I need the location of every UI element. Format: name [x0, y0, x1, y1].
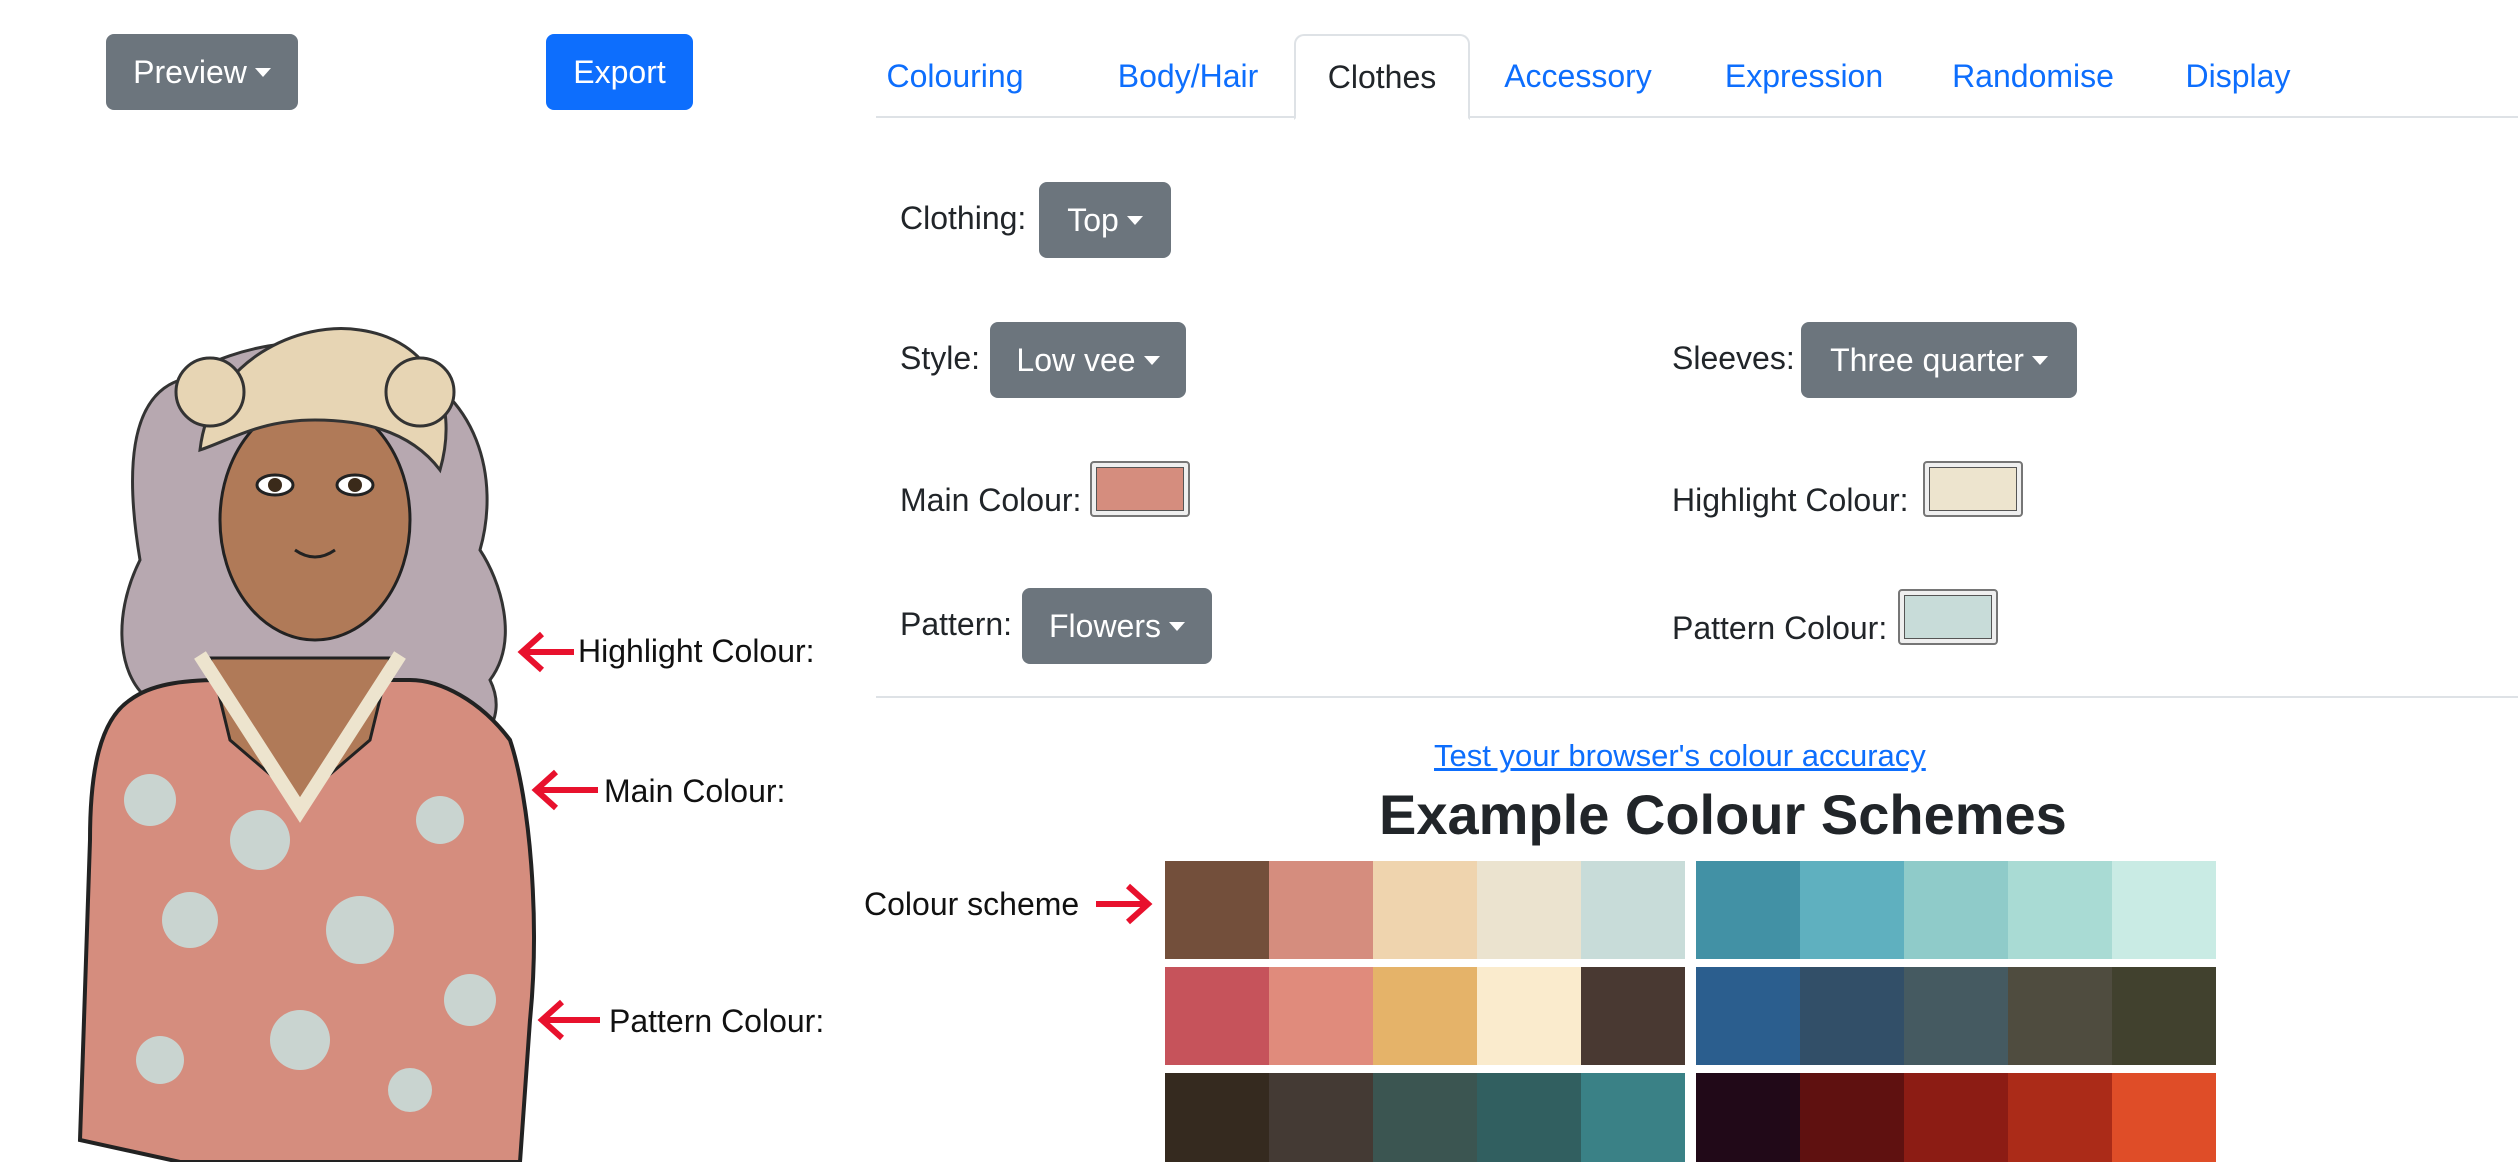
colour-swatch	[1269, 1073, 1373, 1162]
colour-swatch	[1581, 1073, 1685, 1162]
style-label: Style:	[900, 340, 981, 376]
colour-swatch	[1800, 1073, 1904, 1162]
colour-swatch	[1800, 967, 1904, 1065]
tab-label: Accessory	[1504, 57, 1652, 94]
highlight-colour-label: Highlight Colour:	[1672, 482, 1909, 518]
tab-label: Body/Hair	[1117, 57, 1259, 94]
character-preview	[77, 327, 536, 1162]
colour-swatch	[1904, 861, 2008, 959]
colour-swatch	[2112, 1073, 2216, 1162]
main-colour-label: Main Colour:	[900, 482, 1082, 518]
colour-swatch	[2008, 861, 2112, 959]
highlight-colour-picker[interactable]	[1923, 461, 2023, 517]
colour-swatch	[1904, 967, 2008, 1065]
pattern-arrow-icon	[537, 999, 600, 1041]
colour-swatch	[1165, 967, 1269, 1065]
colour-swatch	[1165, 1073, 1269, 1162]
hair-bun-right	[384, 356, 456, 428]
style-value: Low vee	[1016, 341, 1136, 378]
colour-swatch	[1696, 967, 1800, 1065]
colour-swatch	[1373, 861, 1477, 959]
chevron-down-icon	[254, 67, 271, 77]
colour-swatch	[1269, 967, 1373, 1065]
clothing-label: Clothing:	[900, 200, 1027, 236]
colour-swatch	[1696, 861, 1800, 959]
colour-swatch	[1477, 1073, 1581, 1162]
pattern-colour-picker[interactable]	[1898, 589, 1998, 645]
hair-bun-left	[174, 356, 246, 428]
colour-schemes-heading: Example Colour Schemes	[1379, 783, 2067, 846]
preview-dropdown-button[interactable]: Preview	[106, 34, 298, 110]
tab-clothes[interactable]: Clothes	[1294, 34, 1470, 120]
colour-swatch	[1165, 861, 1269, 959]
colour-accuracy-link[interactable]: Test your browser's colour accuracy	[1434, 738, 1926, 774]
main-colour-picker[interactable]	[1090, 461, 1190, 517]
tab-label: Randomise	[1952, 57, 2114, 94]
chevron-down-icon	[1169, 621, 1185, 631]
highlight-colour-fill	[1929, 467, 2017, 511]
clothing-dropdown[interactable]: Top	[1039, 182, 1171, 258]
colour-swatch	[1269, 861, 1373, 959]
left-pupil	[268, 478, 282, 492]
colour-swatch	[1581, 861, 1685, 959]
pattern-colour-label: Pattern Colour:	[1672, 610, 1888, 646]
colour-swatch	[2008, 1073, 2112, 1162]
colour-swatch	[2112, 967, 2216, 1065]
face	[218, 398, 412, 642]
colour-swatch	[1477, 967, 1581, 1065]
colour-swatch	[1696, 1073, 1800, 1162]
highlight-colour-annotation: Highlight Colour:	[578, 633, 815, 669]
colour-scheme-palette[interactable]	[1696, 1073, 2216, 1162]
pattern-colour-annotation: Pattern Colour:	[609, 1003, 825, 1039]
tab-accessory[interactable]: Accessory	[1500, 34, 1656, 118]
pattern-dropdown[interactable]: Flowers	[1022, 588, 1212, 664]
export-button[interactable]: Export	[546, 34, 693, 110]
colour-swatch	[1477, 861, 1581, 959]
colour-scheme-palette[interactable]	[1696, 861, 2216, 959]
colour-swatch	[2112, 861, 2216, 959]
chevron-down-icon	[2031, 355, 2048, 365]
tab-bar: Colouring Body/Hair Clothes Accessory Ex…	[876, 34, 2518, 120]
sleeves-value: Three quarter	[1830, 341, 2024, 378]
tab-display[interactable]: Display	[2176, 34, 2300, 118]
colour-swatch	[1373, 1073, 1477, 1162]
tab-label: Display	[2185, 57, 2291, 94]
tab-colouring[interactable]: Colouring	[884, 34, 1026, 118]
chevron-down-icon	[1126, 215, 1143, 225]
pattern-value: Flowers	[1048, 607, 1161, 644]
tab-body-hair[interactable]: Body/Hair	[1108, 34, 1268, 118]
right-pupil	[348, 478, 362, 492]
pattern-label: Pattern:	[900, 606, 1013, 642]
preview-label: Preview	[133, 53, 247, 90]
tab-label: Expression	[1724, 57, 1884, 94]
section-divider	[876, 696, 2518, 698]
chevron-down-icon	[1143, 355, 1160, 365]
highlight-arrow-icon	[517, 631, 574, 673]
colour-scheme-palette[interactable]	[1165, 861, 1685, 959]
style-dropdown[interactable]: Low vee	[990, 322, 1186, 398]
colour-swatch	[2008, 967, 2112, 1065]
colour-swatch	[1581, 967, 1685, 1065]
tab-label: Colouring	[886, 57, 1024, 94]
sleeves-dropdown[interactable]: Three quarter	[1801, 322, 2077, 398]
tab-randomise[interactable]: Randomise	[1950, 34, 2116, 118]
clothing-value: Top	[1067, 201, 1119, 238]
colour-swatch	[1373, 967, 1477, 1065]
tab-label: Clothes	[1327, 58, 1437, 95]
main-colour-annotation: Main Colour:	[604, 773, 786, 809]
main-arrow-icon	[531, 769, 598, 811]
main-colour-fill	[1096, 467, 1184, 511]
pattern-colour-fill	[1904, 595, 1992, 639]
colour-swatch	[1904, 1073, 2008, 1162]
colour-scheme-annotation: Colour scheme	[864, 886, 1080, 922]
colour-swatch	[1800, 861, 1904, 959]
export-label: Export	[573, 53, 666, 90]
sleeves-label: Sleeves:	[1672, 340, 1795, 376]
tab-expression[interactable]: Expression	[1722, 34, 1886, 118]
colour-scheme-palette[interactable]	[1165, 967, 1685, 1065]
scheme-arrow-icon	[1096, 883, 1153, 925]
colour-scheme-palette[interactable]	[1696, 967, 2216, 1065]
colour-scheme-palette[interactable]	[1165, 1073, 1685, 1162]
